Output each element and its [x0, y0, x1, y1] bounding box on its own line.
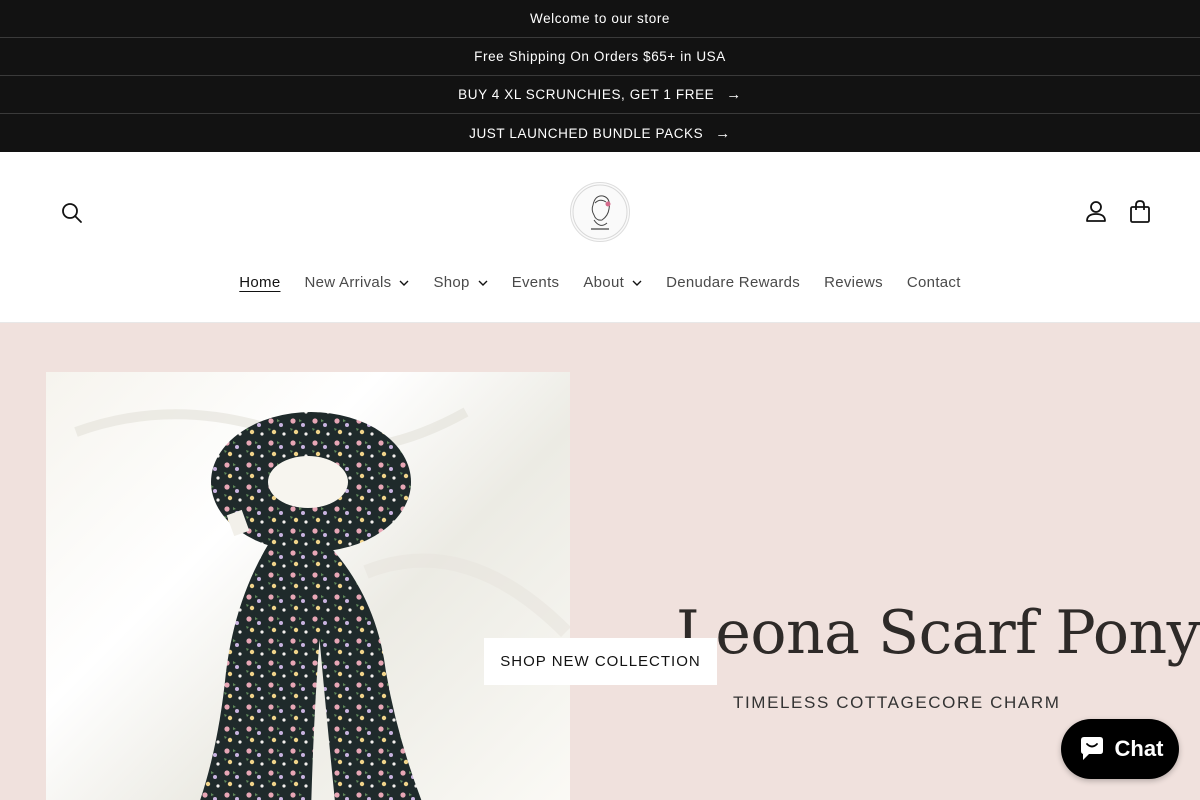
announcement-bar: Welcome to our store Free Shipping On Or…: [0, 0, 1200, 152]
cart-button[interactable]: [1127, 198, 1153, 226]
nav-item-reviews[interactable]: Reviews: [812, 270, 895, 295]
chat-button-label: Chat: [1114, 736, 1164, 761]
logo-icon: [572, 184, 628, 240]
arrow-right-icon: →: [715, 124, 731, 142]
nav-item-home[interactable]: Home: [227, 270, 292, 295]
scrunchie-scarf-illustration: [74, 407, 570, 800]
brand-logo[interactable]: [570, 182, 630, 242]
main-navigation: Home New Arrivals Shop Events About Denu…: [0, 270, 1200, 295]
search-button[interactable]: [58, 199, 86, 227]
chevron-down-icon: [632, 280, 642, 286]
nav-item-denudare-rewards[interactable]: Denudare Rewards: [654, 270, 812, 295]
arrow-right-icon: →: [726, 86, 742, 103]
nav-item-about[interactable]: About: [571, 270, 654, 295]
announcement-text: Free Shipping On Orders $65+ in USA: [474, 49, 726, 64]
announcement-text: JUST LAUNCHED BUNDLE PACKS: [469, 125, 704, 141]
cart-icon: [1130, 200, 1150, 223]
announcement-text: Welcome to our store: [529, 11, 671, 26]
site-header: Home New Arrivals Shop Events About Denu…: [0, 152, 1200, 323]
chat-button[interactable]: Chat: [1061, 719, 1179, 779]
nav-item-contact[interactable]: Contact: [895, 270, 973, 295]
announcement-shipping: Free Shipping On Orders $65+ in USA: [0, 38, 1200, 76]
search-icon: [62, 203, 82, 223]
chevron-down-icon: [478, 280, 488, 286]
nav-item-label: Home: [239, 274, 281, 291]
account-button[interactable]: [1083, 198, 1109, 226]
hero-banner: Leona Scarf Pony TIMELESS COTTAGECORE CH…: [0, 323, 1200, 800]
hero-title: Leona Scarf Pony: [676, 598, 1200, 668]
announcement-welcome: Welcome to our store: [0, 0, 1200, 38]
account-icon: [1086, 201, 1106, 222]
nav-item-new-arrivals[interactable]: New Arrivals: [293, 270, 422, 295]
announcement-scrunchies-link[interactable]: BUY 4 XL SCRUNCHIES, GET 1 FREE →: [0, 76, 1200, 114]
hero-product-image: [46, 372, 570, 800]
nav-item-label: Shop: [433, 274, 470, 291]
nav-item-label: About: [583, 274, 625, 291]
chevron-down-icon: [399, 280, 409, 286]
announcement-bundle-link[interactable]: JUST LAUNCHED BUNDLE PACKS →: [0, 114, 1200, 152]
announcement-text: BUY 4 XL SCRUNCHIES, GET 1 FREE: [458, 87, 715, 102]
nav-item-label: Contact: [906, 274, 961, 291]
nav-item-label: Events: [511, 274, 560, 291]
nav-item-label: New Arrivals: [304, 274, 392, 291]
nav-item-label: Reviews: [824, 274, 883, 291]
nav-item-shop[interactable]: Shop: [421, 270, 499, 295]
hero-subtitle: TIMELESS COTTAGECORE CHARM: [733, 693, 1061, 712]
chat-bubble-icon: [1080, 737, 1103, 760]
nav-item-label: Denudare Rewards: [666, 274, 801, 291]
shop-new-collection-button[interactable]: SHOP NEW COLLECTION: [484, 638, 717, 685]
nav-item-events[interactable]: Events: [500, 270, 572, 295]
